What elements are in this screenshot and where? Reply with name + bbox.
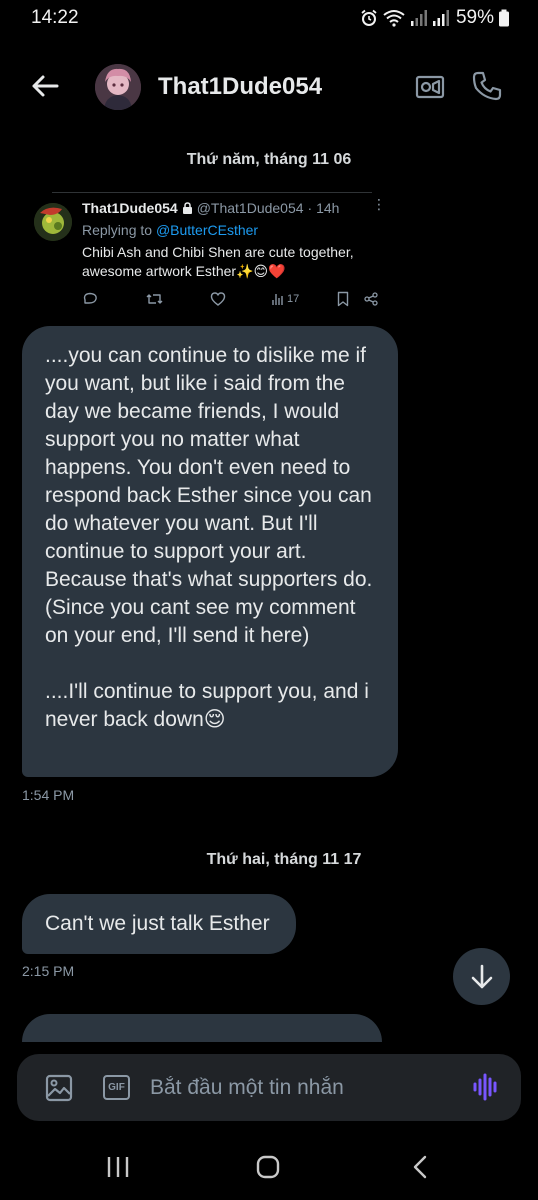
replying-to: Replying to @ButterCEsther — [82, 222, 258, 238]
conversation-header: That1Dude054 — [0, 55, 538, 119]
avatar[interactable] — [95, 64, 141, 110]
message-bubble[interactable]: ....you can continue to dislike me if yo… — [22, 326, 398, 777]
repost-button[interactable] — [146, 290, 163, 308]
arrow-left-icon — [32, 75, 59, 97]
reply-button[interactable] — [82, 290, 98, 308]
post-age: · 14h — [307, 200, 340, 216]
more-options-icon[interactable]: ⋮ — [372, 197, 386, 211]
gif-button[interactable]: GIF — [103, 1075, 130, 1100]
message-timestamp: 1:54 PM — [22, 787, 75, 803]
status-time: 14:22 — [31, 7, 79, 28]
bookmark-button[interactable] — [336, 290, 350, 308]
back-button[interactable] — [28, 69, 62, 103]
scroll-to-bottom-button[interactable] — [453, 948, 510, 1005]
shared-post-card[interactable]: That1Dude054 @That1Dude054 · 14h ⋮ Reply… — [22, 188, 386, 316]
views-icon — [272, 294, 283, 305]
message-text: ....you can continue to dislike me if yo… — [45, 344, 373, 731]
message-bubble[interactable]: Can't we just talk Esther — [22, 894, 296, 954]
system-nav-bar — [0, 1135, 538, 1200]
video-call-button[interactable] — [413, 70, 447, 104]
home-button[interactable] — [248, 1152, 288, 1182]
share-icon — [364, 292, 378, 306]
recent-apps-button[interactable] — [98, 1152, 138, 1182]
recents-icon — [107, 1157, 129, 1177]
replying-to-label: Replying to — [82, 222, 153, 238]
message-timestamp: 2:15 PM — [22, 963, 75, 979]
share-button[interactable] — [364, 290, 378, 308]
voice-call-button[interactable] — [470, 69, 504, 103]
phone-icon — [472, 71, 502, 101]
signal-icon — [432, 10, 449, 26]
arrow-down-icon — [471, 964, 492, 988]
battery-percent: 59% — [455, 7, 494, 28]
reply-icon — [83, 292, 97, 304]
add-photo-button[interactable] — [45, 1074, 73, 1102]
home-icon — [256, 1155, 280, 1179]
message-text: Can't we just talk Esther — [45, 912, 270, 935]
post-text: Chibi Ash and Chibi Shen are cute togeth… — [82, 244, 354, 279]
back-nav-button[interactable] — [400, 1152, 440, 1182]
video-camera-icon — [415, 75, 445, 99]
post-author-avatar[interactable] — [34, 203, 72, 241]
post-actions: 17 — [82, 290, 382, 310]
like-button[interactable] — [210, 290, 226, 308]
post-header: That1Dude054 @That1Dude054 · 14h — [82, 200, 339, 216]
repost-icon — [146, 294, 163, 304]
date-separator: Thứ năm, tháng 11 06 — [186, 151, 352, 168]
audio-waveform-icon — [473, 1073, 497, 1101]
message-input[interactable] — [150, 1074, 450, 1102]
replying-to-mention[interactable]: @ButterCEsther — [156, 222, 258, 238]
wifi-icon — [383, 10, 405, 27]
lock-icon — [182, 202, 192, 214]
views-count[interactable]: 17 — [272, 290, 299, 308]
chevron-left-icon — [413, 1155, 427, 1179]
post-author-handle: @That1Dude054 — [196, 200, 304, 216]
voice-message-button[interactable] — [470, 1071, 502, 1103]
status-bar: 14:22 59% — [0, 0, 538, 40]
post-author-name[interactable]: That1Dude054 — [82, 200, 178, 216]
views-count-label: 17 — [287, 293, 300, 305]
heart-icon — [210, 292, 226, 306]
alarm-icon — [361, 9, 377, 26]
battery-icon — [499, 9, 509, 27]
bookmark-icon — [337, 291, 349, 307]
status-icons: 59% — [360, 7, 510, 29]
contact-name[interactable]: That1Dude054 — [158, 73, 322, 101]
signal-icon — [410, 10, 427, 26]
date-separator: Thứ hai, tháng 11 17 — [206, 851, 362, 868]
divider — [52, 192, 372, 193]
image-icon — [45, 1074, 73, 1102]
message-composer: GIF — [17, 1054, 521, 1121]
